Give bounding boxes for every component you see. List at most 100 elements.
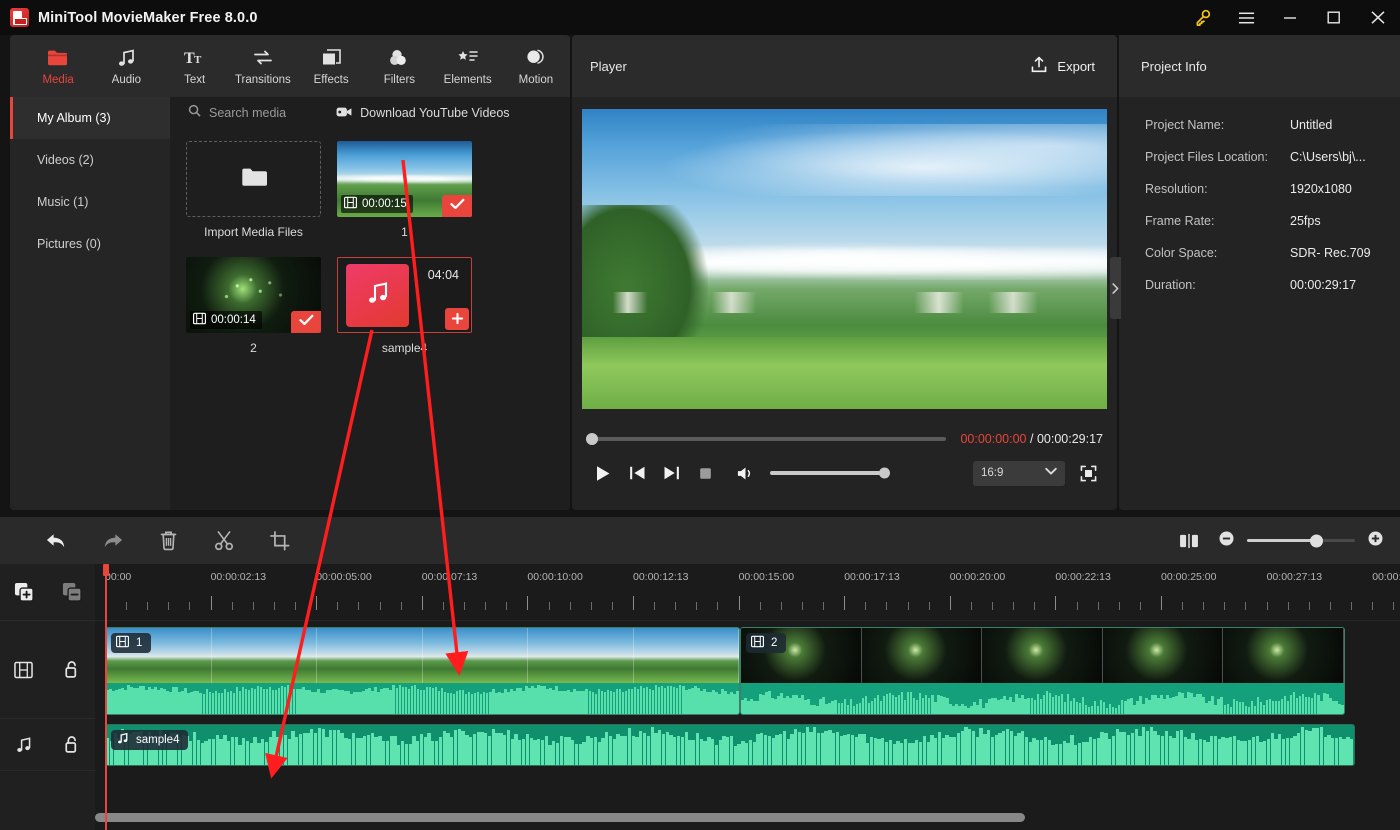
video-preview[interactable] (582, 108, 1107, 409)
unlock-icon[interactable] (59, 657, 85, 683)
next-frame-icon[interactable] (654, 456, 688, 490)
ruler-tick (400, 602, 402, 610)
tab-media[interactable]: Media (24, 37, 92, 95)
project-info-panel: Project Info Project Name: Untitled Proj… (1110, 35, 1400, 510)
unlock-icon[interactable] (59, 732, 85, 758)
search-input[interactable]: Search media (188, 104, 286, 122)
filters-circles-icon (389, 47, 410, 69)
scissors-icon[interactable] (196, 519, 252, 563)
album-item-music[interactable]: Music (1) (10, 181, 170, 223)
album-item-pictures[interactable]: Pictures (0) (10, 223, 170, 265)
zoom-in-icon[interactable] (1367, 530, 1384, 552)
tab-effects[interactable]: Effects (297, 37, 365, 95)
previous-frame-icon[interactable] (620, 456, 654, 490)
ruler-tick (506, 602, 508, 610)
zoom-slider-handle[interactable] (1309, 534, 1323, 547)
chevron-right-icon[interactable] (1110, 257, 1121, 319)
playhead-handle[interactable] (103, 564, 109, 576)
project-info-title: Project Info (1119, 35, 1400, 97)
play-icon[interactable] (586, 456, 620, 490)
add-track-icon[interactable] (11, 579, 37, 605)
volume-control[interactable] (728, 456, 890, 490)
clip1-selected-check[interactable] (442, 195, 472, 217)
preview-field (582, 336, 1107, 409)
timeline-playhead[interactable] (103, 564, 109, 830)
trash-icon[interactable] (140, 519, 196, 563)
aspect-ratio-select[interactable]: 16:9 (973, 460, 1065, 486)
tab-elements[interactable]: Elements (434, 37, 502, 95)
redo-icon[interactable] (84, 519, 140, 563)
audio-add-button[interactable] (445, 308, 469, 330)
scrollbar-thumb[interactable] (95, 813, 1025, 822)
music-note-icon (365, 280, 391, 311)
seek-slider[interactable] (586, 433, 947, 445)
crop-icon[interactable] (252, 519, 308, 563)
media-thumbnail-clip2[interactable]: 00:00:14 (186, 257, 321, 333)
clip-1-waveform (106, 683, 739, 714)
clip2-selected-check[interactable] (291, 311, 321, 333)
volume-slider[interactable] (770, 467, 890, 479)
ruler-tick (992, 602, 994, 610)
tab-text[interactable]: TT Text (161, 37, 229, 95)
export-button[interactable]: Export (1030, 56, 1095, 77)
player-timecode: 00:00:00:00 / 00:00:29:17 (960, 432, 1103, 446)
key-icon[interactable] (1180, 0, 1224, 35)
album-item-my-album[interactable]: My Album (3) (10, 97, 170, 139)
zoom-out-icon[interactable] (1218, 530, 1235, 552)
clip-1-label-text: 1 (136, 637, 143, 649)
ruler-tick (928, 602, 930, 610)
ruler-tick (949, 596, 951, 610)
timeline-horizontal-scrollbar[interactable] (95, 813, 1400, 822)
project-info-row: Duration: 00:00:29:17 (1145, 269, 1400, 301)
volume-handle[interactable] (879, 467, 890, 479)
timeline-region: 00:00 00:00:02:13 00:00:05:00 00:00:07:13 00… (0, 517, 1400, 830)
download-youtube-label: Download YouTube Videos (360, 106, 510, 120)
tab-transitions[interactable]: Transitions (229, 37, 297, 95)
volume-icon[interactable] (728, 456, 762, 490)
ruler-tick (569, 602, 571, 610)
tab-motion[interactable]: Motion (502, 37, 570, 95)
minimize-icon[interactable] (1268, 0, 1312, 35)
stop-icon[interactable] (688, 456, 722, 490)
audio-track[interactable]: sample4 (95, 719, 1400, 771)
plus-icon (451, 311, 464, 328)
ruler-tick (1372, 602, 1374, 610)
export-label: Export (1057, 58, 1095, 74)
audio-name: sample4 (381, 341, 428, 355)
media-thumbnail-audio[interactable]: 04:04 (337, 257, 472, 333)
tab-audio-label: Audio (111, 73, 142, 86)
media-cell-audio[interactable]: 04:04 sample4 (337, 257, 472, 355)
fullscreen-icon[interactable] (1073, 458, 1103, 488)
ruler-tick (590, 602, 592, 610)
fit-timeline-icon[interactable] (1172, 519, 1206, 563)
search-placeholder: Search media (209, 106, 287, 120)
hamburger-menu-icon[interactable] (1224, 0, 1268, 35)
timeline-scroll-area[interactable]: 00:00 00:00:02:13 00:00:05:00 00:00:07:13 00… (95, 564, 1400, 830)
timeline-clip-2[interactable]: 2 (740, 627, 1345, 715)
undo-icon[interactable] (28, 519, 84, 563)
window-controls (1180, 0, 1400, 35)
download-youtube-button[interactable]: Download YouTube Videos (336, 106, 510, 121)
timeline-zoom-slider[interactable] (1247, 534, 1355, 547)
close-icon[interactable] (1356, 0, 1400, 35)
import-media-cell[interactable]: Import Media Files (186, 141, 321, 239)
media-cell-clip2[interactable]: 00:00:14 2 (186, 257, 321, 355)
video-track[interactable]: 1 2 (95, 621, 1400, 719)
ruler-tick (801, 602, 803, 610)
timeline-clip-1[interactable]: 1 (105, 627, 740, 715)
maximize-icon[interactable] (1312, 0, 1356, 35)
album-item-videos[interactable]: Videos (2) (10, 139, 170, 181)
project-location-key: Project Files Location: (1145, 150, 1268, 164)
import-dropzone[interactable] (186, 141, 321, 217)
tab-filters-label: Filters (383, 73, 416, 86)
media-thumbnail-clip1[interactable]: 00:00:15 (337, 141, 472, 217)
tab-filters[interactable]: Filters (365, 37, 433, 95)
remove-track-icon[interactable] (59, 579, 85, 605)
ruler-tick (358, 602, 360, 610)
timeline-ruler[interactable]: 00:00 00:00:02:13 00:00:05:00 00:00:07:13 00… (95, 564, 1400, 621)
timeline-audio-clip[interactable]: sample4 (105, 724, 1355, 766)
seek-handle[interactable] (586, 433, 598, 445)
transition-arrows-icon (252, 47, 274, 69)
media-cell-clip1[interactable]: 00:00:15 1 (337, 141, 472, 239)
tab-audio[interactable]: Audio (92, 37, 160, 95)
